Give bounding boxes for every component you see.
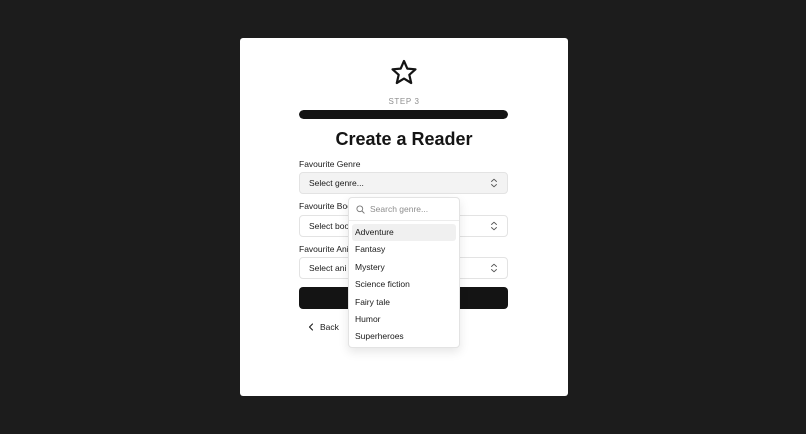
genre-option[interactable]: Science fiction (352, 276, 456, 293)
back-button-label: Back (320, 322, 339, 332)
genre-search (349, 198, 459, 221)
genre-option[interactable]: Adventure (352, 224, 456, 242)
chevron-up-down-icon (491, 263, 497, 273)
animal-select-value: Select ani (309, 263, 347, 273)
progress-bar (299, 110, 508, 119)
page-title: Create a Reader (335, 129, 473, 149)
genre-dropdown: AdventureFantasyMysteryScience fictionFa… (348, 197, 460, 348)
chevron-up-down-icon (491, 221, 497, 231)
genre-search-input[interactable] (370, 204, 455, 214)
genre-option[interactable]: Humor (352, 311, 456, 328)
star-icon (391, 59, 417, 85)
progress-bar-fill (299, 110, 508, 119)
chevron-left-icon (308, 323, 314, 331)
genre-option[interactable]: Mystery (352, 259, 456, 276)
step-indicator: STEP 3 (388, 97, 420, 106)
book-select-value: Select boo (309, 221, 350, 231)
chevron-up-down-icon (491, 178, 497, 188)
genre-option[interactable]: Fairy tale (352, 294, 456, 311)
back-button[interactable]: Back (308, 322, 339, 332)
genre-option[interactable]: Fantasy (352, 241, 456, 258)
genre-option-list: Adventure Fantasy Mystery Science fiction Fa… (349, 221, 459, 346)
animal-label: Favourite Ani (299, 244, 349, 254)
genre-label: Favourite Genre (299, 159, 361, 169)
genre-option[interactable]: Superheroes (352, 328, 456, 345)
book-label: Favourite Boo (299, 201, 352, 211)
genre-select[interactable]: Select genre... (299, 172, 508, 194)
search-icon (356, 204, 365, 214)
genre-select-value: Select genre... (309, 178, 364, 188)
